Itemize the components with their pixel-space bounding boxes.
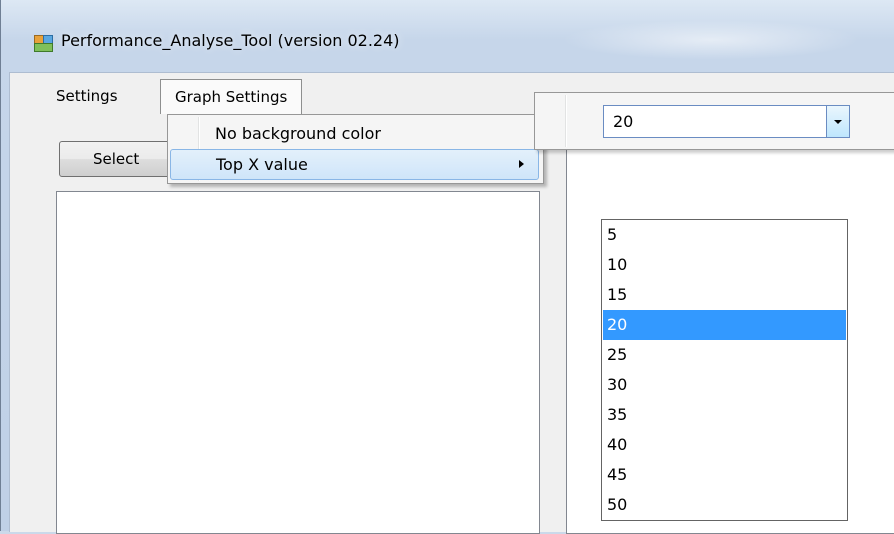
submenu-arrow-icon (519, 160, 524, 168)
list-item-45[interactable]: 45 (603, 460, 846, 490)
app-window-icon[interactable] (34, 35, 53, 52)
menu-item-label: No background color (215, 124, 381, 143)
menu-item-top-x-value[interactable]: Top X value (170, 149, 539, 180)
list-item-30[interactable]: 30 (603, 370, 846, 400)
top-x-options-list[interactable]: 5 10 15 20 25 30 35 40 45 50 (601, 219, 848, 521)
list-item-25[interactable]: 25 (603, 340, 846, 370)
combo-value: 20 (613, 112, 634, 131)
graph-settings-dropdown: No background color Top X value (167, 114, 544, 184)
menu-gutter (565, 95, 567, 147)
top-x-submenu: 20 (534, 92, 894, 150)
top-x-combobox[interactable]: 20 (603, 105, 850, 138)
window-title: Performance_Analyse_Tool (version 02.24) (61, 31, 400, 50)
left-list-panel[interactable] (56, 191, 540, 534)
list-item-5[interactable]: 5 (603, 220, 846, 250)
list-item-50[interactable]: 50 (603, 490, 846, 520)
list-item-35[interactable]: 35 (603, 400, 846, 430)
menu-item-label: Top X value (216, 155, 308, 174)
title-bar[interactable]: Performance_Analyse_Tool (version 02.24) (1, 0, 894, 72)
titlebar-glass (561, 20, 861, 60)
menu-settings[interactable]: Settings (46, 81, 128, 111)
combo-dropdown-button[interactable] (826, 106, 849, 137)
select-button[interactable]: Select (59, 141, 171, 177)
menu-item-no-background-color[interactable]: No background color (170, 118, 539, 149)
menu-graph-settings[interactable]: Graph Settings (160, 79, 303, 114)
chevron-down-icon (834, 120, 842, 124)
list-item-20[interactable]: 20 (603, 310, 846, 340)
list-item-10[interactable]: 10 (603, 250, 846, 280)
app-window: Performance_Analyse_Tool (version 02.24)… (0, 0, 894, 534)
list-item-15[interactable]: 15 (603, 280, 846, 310)
list-item-40[interactable]: 40 (603, 430, 846, 460)
